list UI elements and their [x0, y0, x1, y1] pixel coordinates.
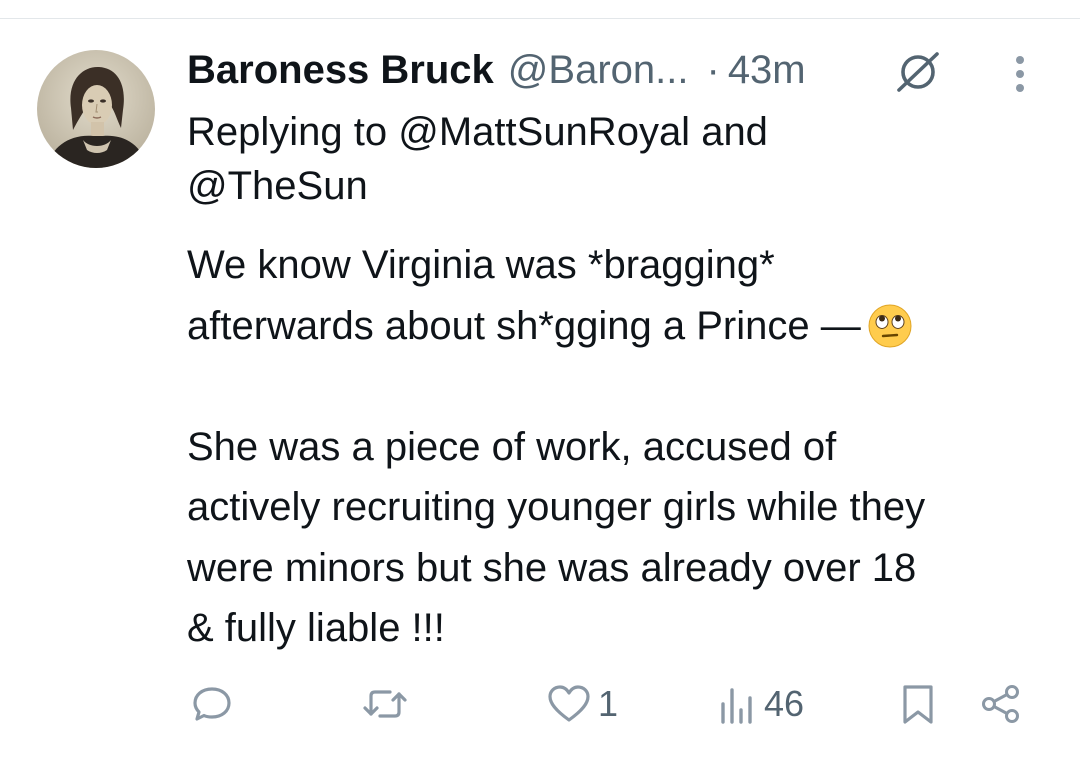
replying-to: Replying to @MattSunRoyal and @TheSun [187, 105, 947, 213]
reply-button[interactable] [190, 680, 234, 728]
repost-icon [363, 690, 407, 718]
views-icon [721, 688, 752, 724]
like-button[interactable]: 1 [546, 680, 618, 728]
more-options-icon[interactable] [1004, 52, 1036, 96]
tweet-text: We know Virginia was *bragging* afterwar… [187, 235, 1067, 659]
repost-button[interactable] [360, 680, 410, 728]
user-handle[interactable]: @Baron... [508, 42, 689, 98]
replying-to-joiner: and [690, 110, 768, 154]
tweet-paragraph-text: We know Virginia was *bragging* afterwar… [187, 243, 861, 348]
tweet-header: Baroness Bruck @Baron... · 43m [187, 42, 806, 98]
heart-icon [548, 685, 590, 722]
share-icon [982, 685, 1019, 723]
replying-to-prefix: Replying to [187, 110, 399, 154]
tweet-paragraph: She was a piece of work, accused of acti… [187, 417, 1067, 659]
display-name[interactable]: Baroness Bruck [187, 42, 494, 98]
bookmark-button[interactable] [900, 680, 936, 728]
avatar[interactable] [37, 50, 155, 168]
separator-dot: · [706, 48, 720, 92]
bookmark-icon [903, 685, 933, 724]
reply-icon [193, 687, 231, 721]
tweet-paragraph-text: She was a piece of work, accused of acti… [187, 424, 926, 651]
top-divider [0, 18, 1080, 19]
tweet-paragraph: We know Virginia was *bragging* afterwar… [187, 235, 1067, 356]
views-count: 46 [764, 683, 805, 724]
no-symbol-icon [893, 46, 943, 96]
share-button[interactable] [978, 680, 1024, 728]
views-button[interactable]: 46 [718, 680, 804, 728]
mention-thesun[interactable]: @TheSun [187, 164, 368, 208]
mention-mattsunroyal[interactable]: @MattSunRoyal [398, 110, 690, 154]
face-with-rolling-eyes-emoji [867, 303, 913, 349]
like-count: 1 [598, 683, 619, 724]
timestamp[interactable]: 43m [728, 42, 806, 98]
